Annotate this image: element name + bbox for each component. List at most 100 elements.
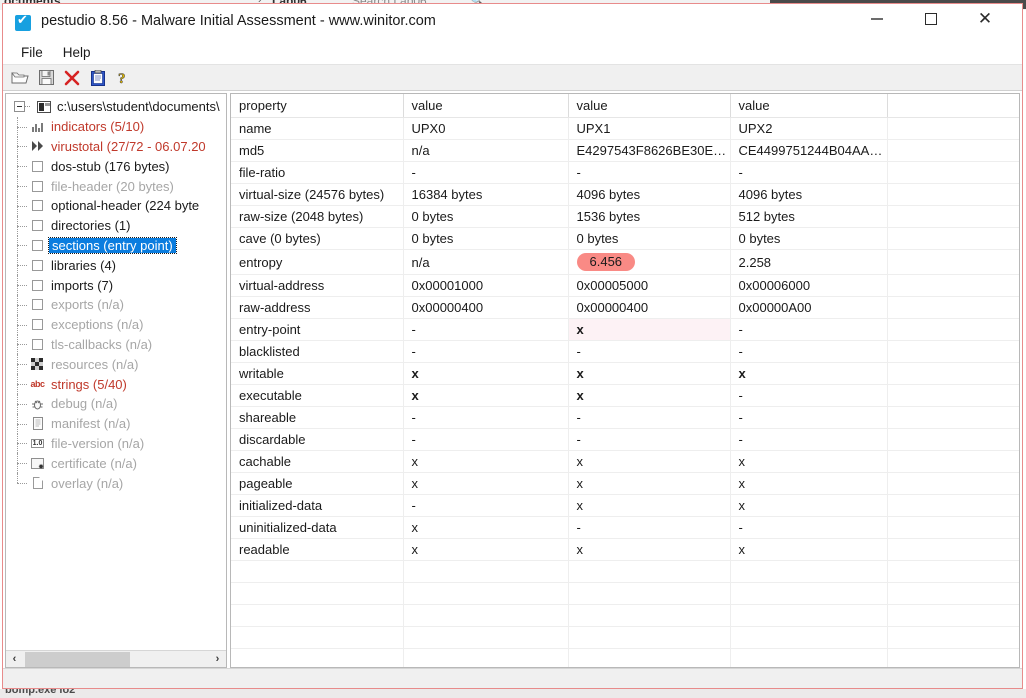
sidebar-item-overlay[interactable]: overlay (n/a) xyxy=(6,473,226,493)
resources-icon xyxy=(28,357,47,372)
table-row[interactable]: name UPX0 UPX1 UPX2 xyxy=(231,117,1019,140)
cell-value-1: 16384 bytes xyxy=(403,183,569,206)
cell-empty xyxy=(887,117,1019,140)
sidebar-item-exports[interactable]: exports (n/a) xyxy=(6,294,226,315)
sidebar-item-label: file-header (20 bytes) xyxy=(51,178,174,194)
table-row[interactable]: md5 n/a E4297543F8626BE30EAD... CE449975124… xyxy=(231,139,1019,162)
table-row[interactable]: raw-address 0x00000400 0x00000400 0x00000A0… xyxy=(231,296,1019,319)
table-row[interactable]: readable x x x xyxy=(231,538,1019,561)
sidebar-item-exceptions[interactable]: exceptions (n/a) xyxy=(6,314,226,335)
table-row-empty[interactable] xyxy=(231,560,1019,583)
sidebar-item-strings[interactable]: abc strings (5/40) xyxy=(6,374,226,394)
tree-scroll-region[interactable]: c:\users\student\documents\ indicators (… xyxy=(6,94,226,650)
taskbar-item-label[interactable]: bomp.exe lo2 xyxy=(5,689,75,696)
table-row[interactable]: initialized-data - x x xyxy=(231,494,1019,517)
table-row-empty[interactable] xyxy=(231,626,1019,649)
cell-value-2: - xyxy=(568,340,731,363)
table-row[interactable]: discardable - - - xyxy=(231,428,1019,451)
column-header-value-3[interactable]: value xyxy=(730,94,888,118)
cell-empty xyxy=(887,494,1019,517)
sidebar-item-tls-callbacks[interactable]: tls-callbacks (n/a) xyxy=(6,334,226,355)
table-row[interactable]: cachable x x x xyxy=(231,450,1019,473)
cell-property: virtual-size (24576 bytes) xyxy=(231,183,404,206)
sidebar-item-debug[interactable]: debug (n/a) xyxy=(6,393,226,414)
menu-help[interactable]: Help xyxy=(53,43,101,62)
table-row[interactable]: shareable - - - xyxy=(231,406,1019,429)
cell-empty xyxy=(568,604,731,627)
table-row[interactable]: file-ratio - - - xyxy=(231,161,1019,184)
sidebar-item-file-version[interactable]: 1.0 file-version (n/a) xyxy=(6,433,226,454)
checkbox-icon xyxy=(28,179,47,194)
sidebar-item-manifest[interactable]: manifest (n/a) xyxy=(6,413,226,434)
tree-root-node[interactable]: c:\users\student\documents\ xyxy=(6,97,226,117)
cell-empty xyxy=(887,626,1019,649)
table-row[interactable]: pageable x x x xyxy=(231,472,1019,495)
menu-file[interactable]: File xyxy=(11,43,53,62)
table-header-row: property value value value xyxy=(231,94,1019,118)
sidebar-item-virustotal[interactable]: virustotal (27/72 - 06.07.20 xyxy=(6,136,226,157)
column-header-property[interactable]: property xyxy=(231,94,404,118)
sidebar-item-certificate[interactable]: certificate (n/a) xyxy=(6,453,226,473)
cell-value-3: - xyxy=(730,406,888,429)
sidebar-item-label: manifest (n/a) xyxy=(51,416,131,432)
cell-value-2: - xyxy=(568,428,731,451)
cell-value-2: x xyxy=(568,472,731,495)
table-row[interactable]: entropy n/a 6.456 2.258 xyxy=(231,249,1019,275)
column-header-value-1[interactable]: value xyxy=(403,94,569,118)
sidebar-item-optional-header[interactable]: optional-header (224 byte xyxy=(6,195,226,216)
cell-value-3: 4096 bytes xyxy=(730,183,888,206)
table-row[interactable]: writable x x x xyxy=(231,362,1019,385)
open-file-icon[interactable] xyxy=(8,67,32,89)
checkbox-icon xyxy=(28,337,47,352)
table-row-empty[interactable] xyxy=(231,648,1019,667)
table-row-empty[interactable] xyxy=(231,582,1019,605)
scrollbar-track[interactable] xyxy=(23,651,209,668)
close-button[interactable]: ✕ xyxy=(962,4,1008,34)
scroll-right-arrow-icon[interactable]: › xyxy=(209,651,226,668)
cell-empty xyxy=(887,274,1019,297)
table-row[interactable]: virtual-address 0x00001000 0x00005000 0x000… xyxy=(231,274,1019,297)
sidebar-item-imports[interactable]: imports (7) xyxy=(6,275,226,295)
column-header-value-2[interactable]: value xyxy=(568,94,731,118)
cell-property: readable xyxy=(231,538,404,561)
cell-property: executable xyxy=(231,384,404,407)
clipboard-icon[interactable] xyxy=(86,67,110,89)
close-file-icon[interactable] xyxy=(60,67,84,89)
cell-property: virtual-address xyxy=(231,274,404,297)
cell-empty xyxy=(403,604,569,627)
cell-property: shareable xyxy=(231,406,404,429)
maximize-button[interactable] xyxy=(908,4,954,34)
scrollbar-thumb[interactable] xyxy=(25,651,130,667)
sidebar-item-libraries[interactable]: libraries (4) xyxy=(6,255,226,275)
cell-empty xyxy=(887,538,1019,561)
save-icon[interactable] xyxy=(34,67,58,89)
sidebar-item-file-header[interactable]: file-header (20 bytes) xyxy=(6,176,226,196)
cell-value-3: 512 bytes xyxy=(730,205,888,228)
table-row-empty[interactable] xyxy=(231,604,1019,627)
table-row[interactable]: blacklisted - - - xyxy=(231,340,1019,363)
tree-horizontal-scrollbar[interactable]: ‹ › xyxy=(6,650,226,667)
cell-empty xyxy=(730,626,888,649)
column-header-empty[interactable] xyxy=(887,94,1019,118)
table-row[interactable]: cave (0 bytes) 0 bytes 0 bytes 0 bytes xyxy=(231,227,1019,250)
minimize-button[interactable] xyxy=(854,4,900,34)
pestudio-window: pestudio 8.56 - Malware Initial Assessme… xyxy=(2,3,1023,689)
cell-value-3: - xyxy=(730,161,888,184)
cell-empty xyxy=(887,648,1019,667)
scroll-left-arrow-icon[interactable]: ‹ xyxy=(6,651,23,668)
tree-indent-guide xyxy=(6,393,28,414)
cell-value-2: 4096 bytes xyxy=(568,183,731,206)
table-row[interactable]: entry-point - x - xyxy=(231,318,1019,341)
table-row[interactable]: uninitialized-data x - - xyxy=(231,516,1019,539)
sidebar-item-sections[interactable]: sections (entry point) xyxy=(6,235,226,256)
sidebar-item-indicators[interactable]: indicators (5/10) xyxy=(6,116,226,137)
table-row[interactable]: virtual-size (24576 bytes) 16384 bytes 409… xyxy=(231,183,1019,206)
sidebar-item-dos-stub[interactable]: dos-stub (176 bytes) xyxy=(6,156,226,176)
table-row[interactable]: raw-size (2048 bytes) 0 bytes 1536 bytes 51… xyxy=(231,205,1019,228)
sidebar-item-directories[interactable]: directories (1) xyxy=(6,215,226,236)
help-icon[interactable]: ? xyxy=(112,67,136,89)
cell-value-2: 0 bytes xyxy=(568,227,731,250)
table-row[interactable]: executable x x - xyxy=(231,384,1019,407)
cell-value-1: - xyxy=(403,428,569,451)
sidebar-item-resources[interactable]: resources (n/a) xyxy=(6,354,226,374)
